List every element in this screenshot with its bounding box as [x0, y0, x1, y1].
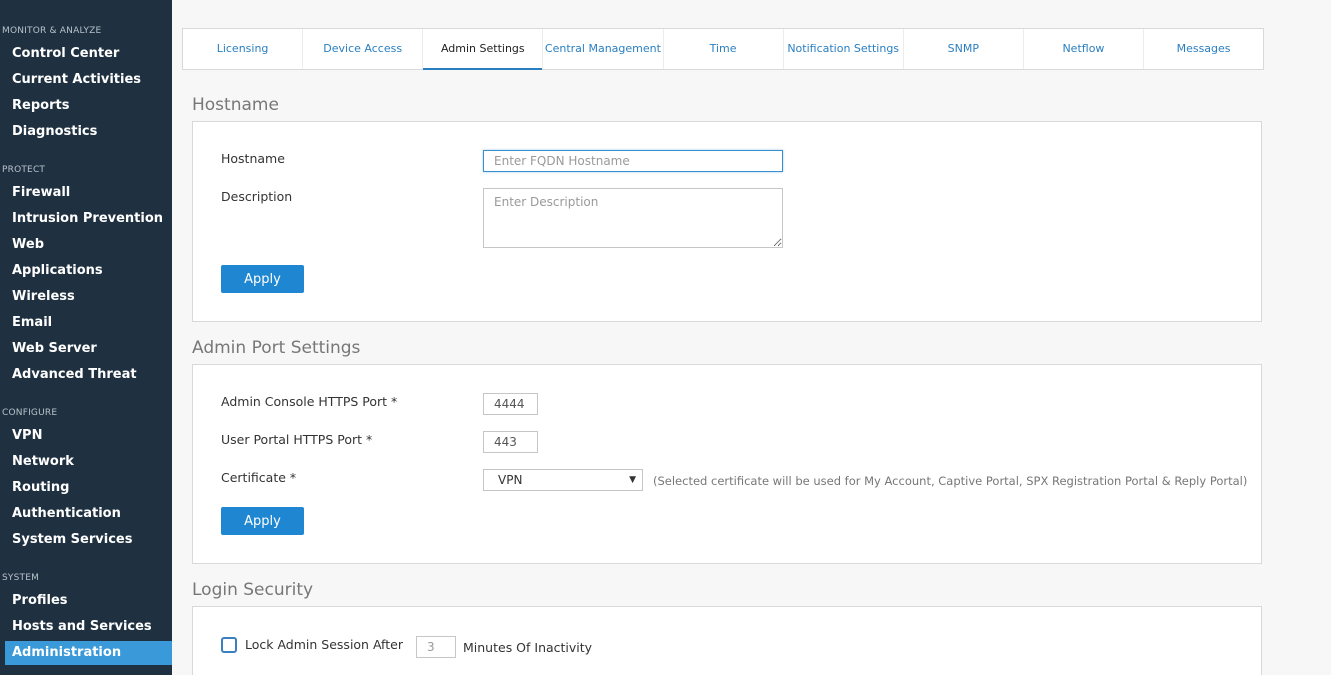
sidebar-item-profiles[interactable]: Profiles: [5, 589, 172, 613]
sidebar-item-reports[interactable]: Reports: [5, 94, 172, 118]
lock-admin-session-label: Lock Admin Session After: [245, 637, 403, 652]
admin-port-panel: Admin Console HTTPS Port * 4444 User Por…: [192, 364, 1262, 564]
tab-messages[interactable]: Messages: [1144, 29, 1263, 69]
tab-snmp[interactable]: SNMP: [904, 29, 1023, 69]
lock-admin-session-checkbox[interactable]: [221, 637, 237, 653]
sidebar-item-web[interactable]: Web: [5, 233, 172, 257]
hostname-label: Hostname: [221, 151, 285, 166]
sidebar-item-wireless[interactable]: Wireless: [5, 285, 172, 309]
sidebar-item-diagnostics[interactable]: Diagnostics: [5, 120, 172, 144]
hostname-section-title: Hostname: [192, 95, 279, 115]
admin-console-https-port-input[interactable]: 4444: [483, 393, 538, 415]
sidebar-item-routing[interactable]: Routing: [5, 476, 172, 500]
tab-licensing[interactable]: Licensing: [183, 29, 302, 69]
sidebar-section-monitor: MONITOR & ANALYZE: [2, 26, 102, 36]
description-label: Description: [221, 189, 293, 204]
login-security-section-title: Login Security: [192, 580, 314, 600]
tab-notification-settings[interactable]: Notification Settings: [784, 29, 903, 69]
tab-netflow[interactable]: Netflow: [1024, 29, 1143, 69]
login-security-panel: Lock Admin Session After 3 Minutes Of In…: [192, 606, 1262, 675]
sidebar-item-current-activities[interactable]: Current Activities: [5, 68, 172, 92]
sidebar-item-advanced-threat[interactable]: Advanced Threat: [5, 363, 172, 387]
hostname-input[interactable]: [483, 150, 783, 172]
sidebar-item-control-center[interactable]: Control Center: [5, 42, 172, 66]
sidebar-item-network[interactable]: Network: [5, 450, 172, 474]
hostname-apply-button[interactable]: Apply: [221, 265, 304, 293]
sidebar-item-applications[interactable]: Applications: [5, 259, 172, 283]
sidebar-item-web-server[interactable]: Web Server: [5, 337, 172, 361]
sidebar-section-system: SYSTEM: [2, 573, 40, 583]
certificate-selected-value: VPN: [498, 473, 523, 487]
hostname-panel: Hostname Description Apply: [192, 121, 1262, 322]
admin-port-section-title: Admin Port Settings: [192, 338, 361, 358]
tab-device-access[interactable]: Device Access: [303, 29, 422, 69]
minutes-of-inactivity-label: Minutes Of Inactivity: [463, 640, 593, 655]
settings-tab-bar: Licensing Device Access Admin Settings C…: [182, 28, 1264, 70]
sidebar-item-hosts-and-services[interactable]: Hosts and Services: [5, 615, 172, 639]
admin-console-https-port-label: Admin Console HTTPS Port *: [221, 394, 398, 409]
sidebar-item-system-services[interactable]: System Services: [5, 528, 172, 552]
sidebar-section-configure: CONFIGURE: [2, 408, 58, 418]
sidebar-item-vpn[interactable]: VPN: [5, 424, 172, 448]
sidebar-item-email[interactable]: Email: [5, 311, 172, 335]
sidebar-item-authentication[interactable]: Authentication: [5, 502, 172, 526]
certificate-label: Certificate *: [221, 470, 297, 485]
user-portal-https-port-input[interactable]: 443: [483, 431, 538, 453]
certificate-select[interactable]: VPN ▼: [483, 469, 643, 491]
certificate-note: (Selected certificate will be used for M…: [653, 474, 1248, 488]
admin-port-apply-button[interactable]: Apply: [221, 507, 304, 535]
sidebar-section-protect: PROTECT: [2, 165, 46, 175]
tab-admin-settings[interactable]: Admin Settings: [423, 29, 543, 70]
chevron-down-icon: ▼: [629, 475, 636, 485]
tab-central-management[interactable]: Central Management: [543, 29, 662, 69]
lock-minutes-input[interactable]: 3: [416, 636, 456, 658]
sidebar-item-administration[interactable]: Administration: [5, 641, 172, 665]
description-textarea[interactable]: [483, 188, 783, 248]
sidebar-item-intrusion-prevention[interactable]: Intrusion Prevention: [5, 207, 172, 231]
sidebar: MONITOR & ANALYZE Control Center Current…: [0, 0, 172, 675]
user-portal-https-port-label: User Portal HTTPS Port *: [221, 432, 373, 447]
tab-time[interactable]: Time: [664, 29, 783, 69]
sidebar-item-firewall[interactable]: Firewall: [5, 181, 172, 205]
